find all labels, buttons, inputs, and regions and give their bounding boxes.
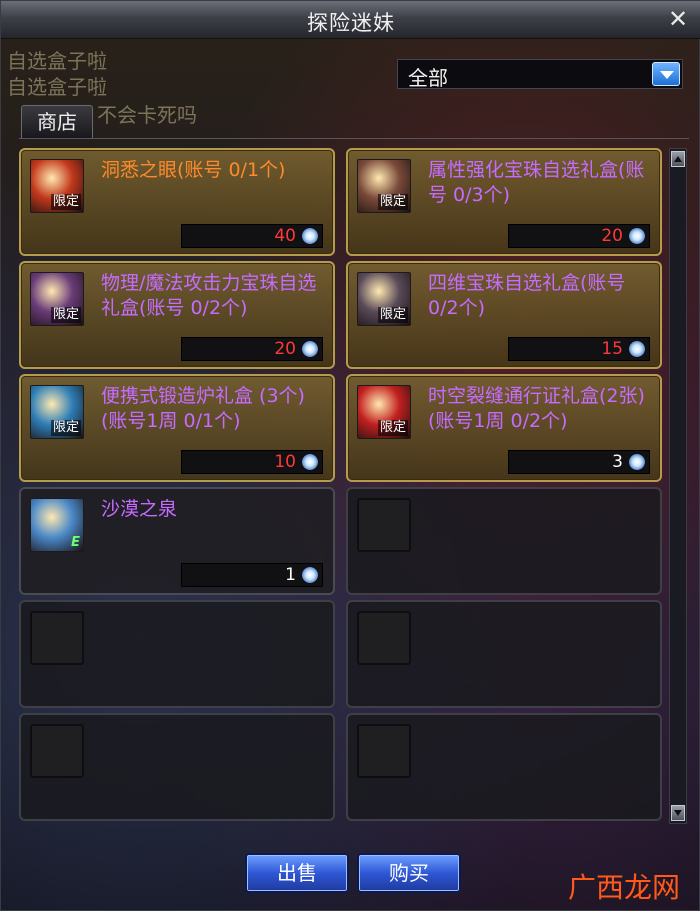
window-title: 探险迷妹 xyxy=(307,11,395,35)
limited-badge: 限定 xyxy=(377,420,408,436)
item-purchase-limit: (账号 0/2个) xyxy=(139,297,248,319)
item-name: 时空裂缝通行证礼盒(2张) (账号1周 0/2个) xyxy=(428,384,656,434)
item-price-value: 15 xyxy=(601,339,623,359)
limited-badge: 限定 xyxy=(50,307,81,323)
empty-item-slot xyxy=(346,600,662,708)
item-price: 15 xyxy=(508,337,650,361)
item-name: 沙漠之泉 xyxy=(101,497,329,522)
item-price: 10 xyxy=(181,450,323,474)
background-text: 自选盒子啦 xyxy=(7,49,107,73)
scroll-up-icon[interactable] xyxy=(671,151,685,167)
item-price: 20 xyxy=(181,337,323,361)
item-purchase-limit: (账号1周 0/2个) xyxy=(428,410,568,432)
item-price: 40 xyxy=(181,224,323,248)
shop-item-slot[interactable]: 限定 物理/魔法攻击力宝珠自选礼盒(账号 0/2个) 20 xyxy=(19,261,335,369)
treasure-chest-icon: 限定 xyxy=(30,272,84,326)
currency-icon xyxy=(629,454,645,470)
buy-button[interactable]: 购买 xyxy=(357,853,461,893)
limited-badge: 限定 xyxy=(50,194,81,210)
forge-box-icon: 限定 xyxy=(30,385,84,439)
item-title: 属性强化宝珠自选礼盒 xyxy=(428,159,619,181)
currency-icon xyxy=(302,567,318,583)
tab-divider xyxy=(19,138,689,139)
item-price: 1 xyxy=(181,563,323,587)
pass-box-icon: 限定 xyxy=(357,385,411,439)
title-bar[interactable]: 探险迷妹 ✕ xyxy=(1,1,700,39)
item-price-value: 40 xyxy=(274,226,296,246)
item-title: 沙漠之泉 xyxy=(101,498,178,520)
shop-item-slot[interactable]: 限定 属性强化宝珠自选礼盒(账号 0/3个) 20 xyxy=(346,148,662,256)
item-title: 四维宝珠自选礼盒 xyxy=(428,272,581,294)
category-filter-value: 全部 xyxy=(408,66,448,90)
item-price-value: 20 xyxy=(601,226,623,246)
empty-item-slot xyxy=(346,713,662,821)
item-name: 物理/魔法攻击力宝珠自选礼盒(账号 0/2个) xyxy=(101,271,329,321)
item-name: 洞悉之眼(账号 0/1个) xyxy=(101,158,329,183)
shop-item-slot[interactable]: E 沙漠之泉 1 xyxy=(19,487,335,595)
explore-sister-shop-window: 探险迷妹 ✕ 自选盒子啦 自选盒子啦 不会卡死吗 全部 商店 限定 洞悉之眼(账号… xyxy=(0,0,700,911)
item-title: 时空裂缝通行证礼盒(2张) xyxy=(428,385,645,407)
background-text: 不会卡死吗 xyxy=(97,103,197,127)
item-name: 便携式锻造炉礼盒 (3个) (账号1周 0/1个) xyxy=(101,384,329,434)
empty-icon-frame xyxy=(30,611,84,665)
treasure-chest-icon: 限定 xyxy=(357,159,411,213)
treasure-chest-icon: 限定 xyxy=(357,272,411,326)
item-purchase-limit: (账号 0/1个) xyxy=(177,159,286,181)
shop-item-slot[interactable]: 限定 时空裂缝通行证礼盒(2张) (账号1周 0/2个) 3 xyxy=(346,374,662,482)
empty-icon-frame xyxy=(357,611,411,665)
sell-button[interactable]: 出售 xyxy=(245,853,349,893)
tab-shop[interactable]: 商店 xyxy=(21,105,93,139)
item-purchase-limit: (账号1周 0/1个) xyxy=(101,410,241,432)
limited-badge: 限定 xyxy=(50,420,81,436)
shop-item-slot[interactable]: 限定 洞悉之眼(账号 0/1个) 40 xyxy=(19,148,335,256)
item-name: 属性强化宝珠自选礼盒(账号 0/3个) xyxy=(428,158,656,208)
item-price-value: 20 xyxy=(274,339,296,359)
currency-icon xyxy=(629,341,645,357)
item-price: 3 xyxy=(508,450,650,474)
consumable-mark-icon: E xyxy=(71,535,80,550)
item-price-value: 1 xyxy=(285,565,296,585)
item-name: 四维宝珠自选礼盒(账号 0/2个) xyxy=(428,271,656,321)
watermark: 广西龙网 xyxy=(568,871,681,904)
item-price: 20 xyxy=(508,224,650,248)
shop-item-slot[interactable]: 限定 四维宝珠自选礼盒(账号 0/2个) 15 xyxy=(346,261,662,369)
empty-item-slot xyxy=(346,487,662,595)
item-title: 洞悉之眼 xyxy=(101,159,178,181)
limited-badge: 限定 xyxy=(377,307,408,323)
gift-eye-icon: 限定 xyxy=(30,159,84,213)
item-grid: 限定 洞悉之眼(账号 0/1个) 40 限定 属性强化宝珠自选礼盒(账号 0/3个) 20… xyxy=(19,148,663,824)
empty-icon-frame xyxy=(357,724,411,778)
background-text: 自选盒子啦 xyxy=(7,75,107,99)
shop-item-slot[interactable]: 限定 便携式锻造炉礼盒 (3个) (账号1周 0/1个) 10 xyxy=(19,374,335,482)
empty-item-slot xyxy=(19,600,335,708)
currency-icon xyxy=(302,341,318,357)
limited-badge: 限定 xyxy=(377,194,408,210)
scrollbar[interactable] xyxy=(669,148,687,824)
scroll-down-icon[interactable] xyxy=(671,805,685,821)
close-icon[interactable]: ✕ xyxy=(665,6,691,32)
currency-icon xyxy=(629,228,645,244)
empty-icon-frame xyxy=(357,498,411,552)
chevron-down-icon[interactable] xyxy=(652,62,680,86)
empty-icon-frame xyxy=(30,724,84,778)
item-price-value: 10 xyxy=(274,452,296,472)
empty-item-slot xyxy=(19,713,335,821)
item-title: 便携式锻造炉礼盒 (3个) xyxy=(101,385,305,407)
item-price-value: 3 xyxy=(612,452,623,472)
category-filter-dropdown[interactable]: 全部 xyxy=(397,59,683,90)
currency-icon xyxy=(302,228,318,244)
potion-bottle-icon: E xyxy=(30,498,84,552)
currency-icon xyxy=(302,454,318,470)
